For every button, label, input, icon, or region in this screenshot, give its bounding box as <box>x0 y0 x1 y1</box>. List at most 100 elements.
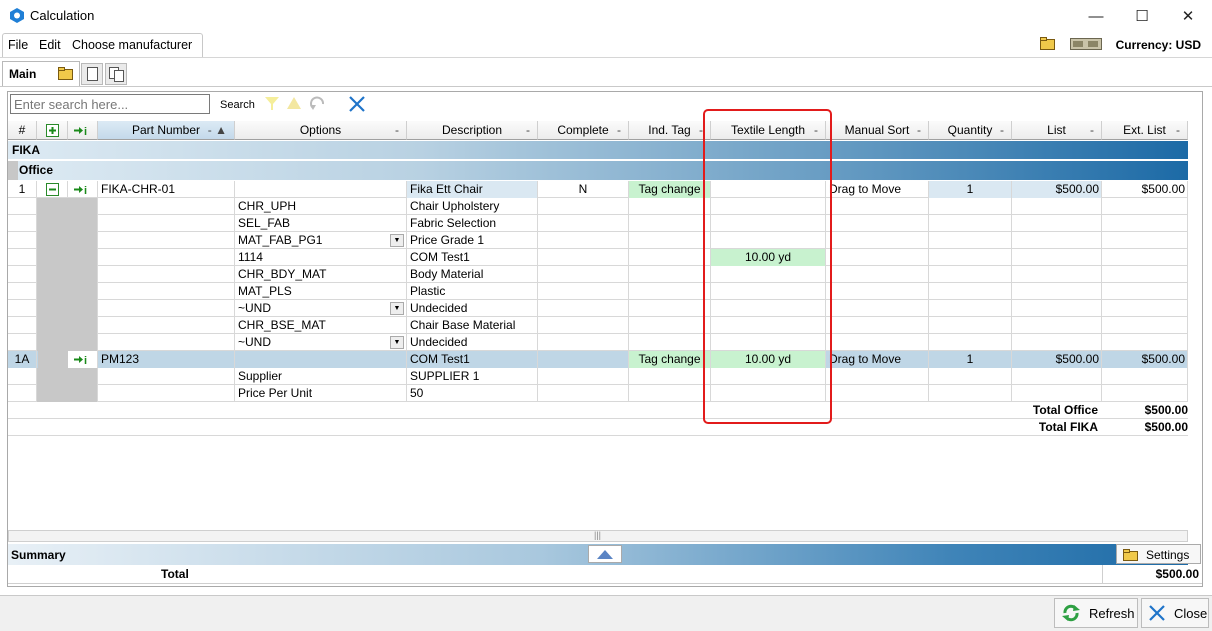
cell-num[interactable] <box>8 283 37 300</box>
cell-desc[interactable]: Undecided <box>407 334 538 351</box>
cell-qty[interactable] <box>929 334 1012 351</box>
cell-list[interactable] <box>1012 385 1102 402</box>
cell-list[interactable] <box>1012 215 1102 232</box>
cell-opt[interactable]: ~UND ▼ <box>235 334 407 351</box>
cell-desc[interactable]: Undecided <box>407 300 538 317</box>
cell-num[interactable]: 1A <box>8 351 37 368</box>
cell-ext[interactable] <box>1102 283 1188 300</box>
window-close-button[interactable]: ✕ <box>1165 0 1211 32</box>
cell-qty[interactable] <box>929 249 1012 266</box>
tab-main[interactable]: Main <box>2 61 80 86</box>
cell-desc[interactable]: Fika Ett Chair <box>407 181 538 198</box>
cell-num[interactable] <box>8 198 37 215</box>
cell-part[interactable] <box>98 266 235 283</box>
col-number[interactable]: # <box>8 121 37 140</box>
cell-tag[interactable] <box>629 300 711 317</box>
cell-list[interactable] <box>1012 266 1102 283</box>
cell-opt[interactable]: SEL_FAB <box>235 215 407 232</box>
cell-ext[interactable]: $500.00 <box>1102 181 1188 198</box>
cell-opt[interactable]: Price Per Unit <box>235 385 407 402</box>
cell-tag[interactable]: Tag change <box>629 181 711 198</box>
summary-toggle-button[interactable] <box>588 545 622 563</box>
col-ext-list[interactable]: Ext. List - <box>1102 121 1188 140</box>
dropdown-arrow-icon[interactable]: ▼ <box>390 336 404 349</box>
cell-ext[interactable] <box>1102 198 1188 215</box>
cell-list[interactable] <box>1012 232 1102 249</box>
col-options[interactable]: Options - <box>235 121 407 140</box>
horizontal-scrollbar[interactable]: ||| <box>8 530 1188 542</box>
cell-list[interactable] <box>1012 368 1102 385</box>
cell-part[interactable] <box>98 385 235 402</box>
cell-num[interactable] <box>8 215 37 232</box>
table-row[interactable]: CHR_BSE_MAT Chair Base Material <box>8 317 1188 334</box>
cell-num[interactable] <box>8 266 37 283</box>
cell-ext[interactable] <box>1102 215 1188 232</box>
cell-num[interactable] <box>8 385 37 402</box>
cell-opt[interactable]: MAT_PLS <box>235 283 407 300</box>
cell-num[interactable] <box>8 334 37 351</box>
cell-desc[interactable]: SUPPLIER 1 <box>407 368 538 385</box>
cell-list[interactable] <box>1012 283 1102 300</box>
cell-ext[interactable]: $500.00 <box>1102 351 1188 368</box>
cell-sort[interactable] <box>826 249 929 266</box>
cell-complete[interactable] <box>538 385 629 402</box>
cell-qty[interactable] <box>929 283 1012 300</box>
settings-button[interactable]: Settings <box>1116 544 1201 564</box>
cell-tag[interactable] <box>629 385 711 402</box>
cell-qty[interactable] <box>929 232 1012 249</box>
cell-opt[interactable]: MAT_FAB_PG1 ▼ <box>235 232 407 249</box>
cell-desc[interactable]: COM Test1 <box>407 249 538 266</box>
cell-ext[interactable] <box>1102 317 1188 334</box>
maximize-button[interactable]: ☐ <box>1119 0 1165 32</box>
cell-complete[interactable] <box>538 249 629 266</box>
cell-complete[interactable] <box>538 368 629 385</box>
cell-complete[interactable] <box>538 266 629 283</box>
dropdown-arrow-icon[interactable]: ▼ <box>390 302 404 315</box>
info-icon[interactable]: i <box>73 183 92 197</box>
col-quantity[interactable]: Quantity - <box>929 121 1012 140</box>
cell-ext[interactable] <box>1102 249 1188 266</box>
cell-sort[interactable]: Drag to Move <box>826 181 929 198</box>
cell-num[interactable] <box>8 317 37 334</box>
table-row[interactable]: SEL_FAB Fabric Selection <box>8 215 1188 232</box>
cell-ext[interactable] <box>1102 334 1188 351</box>
cell-complete[interactable] <box>538 334 629 351</box>
cell-desc[interactable]: COM Test1 <box>407 351 538 368</box>
close-button[interactable]: Close <box>1141 598 1209 628</box>
cell-opt[interactable]: CHR_BDY_MAT <box>235 266 407 283</box>
menu-choose-manufacturer[interactable]: Choose manufacturer <box>72 38 192 52</box>
cell-sort[interactable] <box>826 368 929 385</box>
search-input[interactable] <box>10 94 210 114</box>
clear-icon[interactable] <box>348 96 366 112</box>
refresh-button[interactable]: Refresh <box>1054 598 1138 628</box>
col-complete[interactable]: Complete - <box>538 121 629 140</box>
money-icon[interactable] <box>1070 38 1102 50</box>
cell-qty[interactable] <box>929 385 1012 402</box>
cell-complete[interactable] <box>538 300 629 317</box>
cell-num[interactable]: 1 <box>8 181 37 198</box>
cell-ext[interactable] <box>1102 385 1188 402</box>
cell-opt[interactable] <box>235 351 407 368</box>
cell-list[interactable]: $500.00 <box>1012 181 1102 198</box>
dropdown-arrow-icon[interactable]: ▼ <box>390 234 404 247</box>
table-row[interactable]: 1A i PM123 COM Test1 Tag change 10.00 yd Drag … <box>8 351 1188 368</box>
cell-qty[interactable] <box>929 300 1012 317</box>
cell-opt[interactable]: Supplier <box>235 368 407 385</box>
col-description[interactable]: Description - <box>407 121 538 140</box>
cell-sort[interactable] <box>826 385 929 402</box>
cell-qty[interactable] <box>929 198 1012 215</box>
cell-sort[interactable] <box>826 300 929 317</box>
cell-tag[interactable] <box>629 232 711 249</box>
cell-list[interactable] <box>1012 300 1102 317</box>
cell-tag[interactable] <box>629 198 711 215</box>
col-info[interactable]: i <box>68 121 98 140</box>
cell-sort[interactable] <box>826 266 929 283</box>
cell-sort[interactable] <box>826 232 929 249</box>
cell-desc[interactable]: Fabric Selection <box>407 215 538 232</box>
table-row[interactable]: Price Per Unit 50 <box>8 385 1188 402</box>
cell-list[interactable] <box>1012 317 1102 334</box>
cell-complete[interactable] <box>538 215 629 232</box>
cell-sort[interactable]: Drag to Move <box>826 351 929 368</box>
cell-complete[interactable]: N <box>538 181 629 198</box>
cell-desc[interactable]: Chair Upholstery <box>407 198 538 215</box>
